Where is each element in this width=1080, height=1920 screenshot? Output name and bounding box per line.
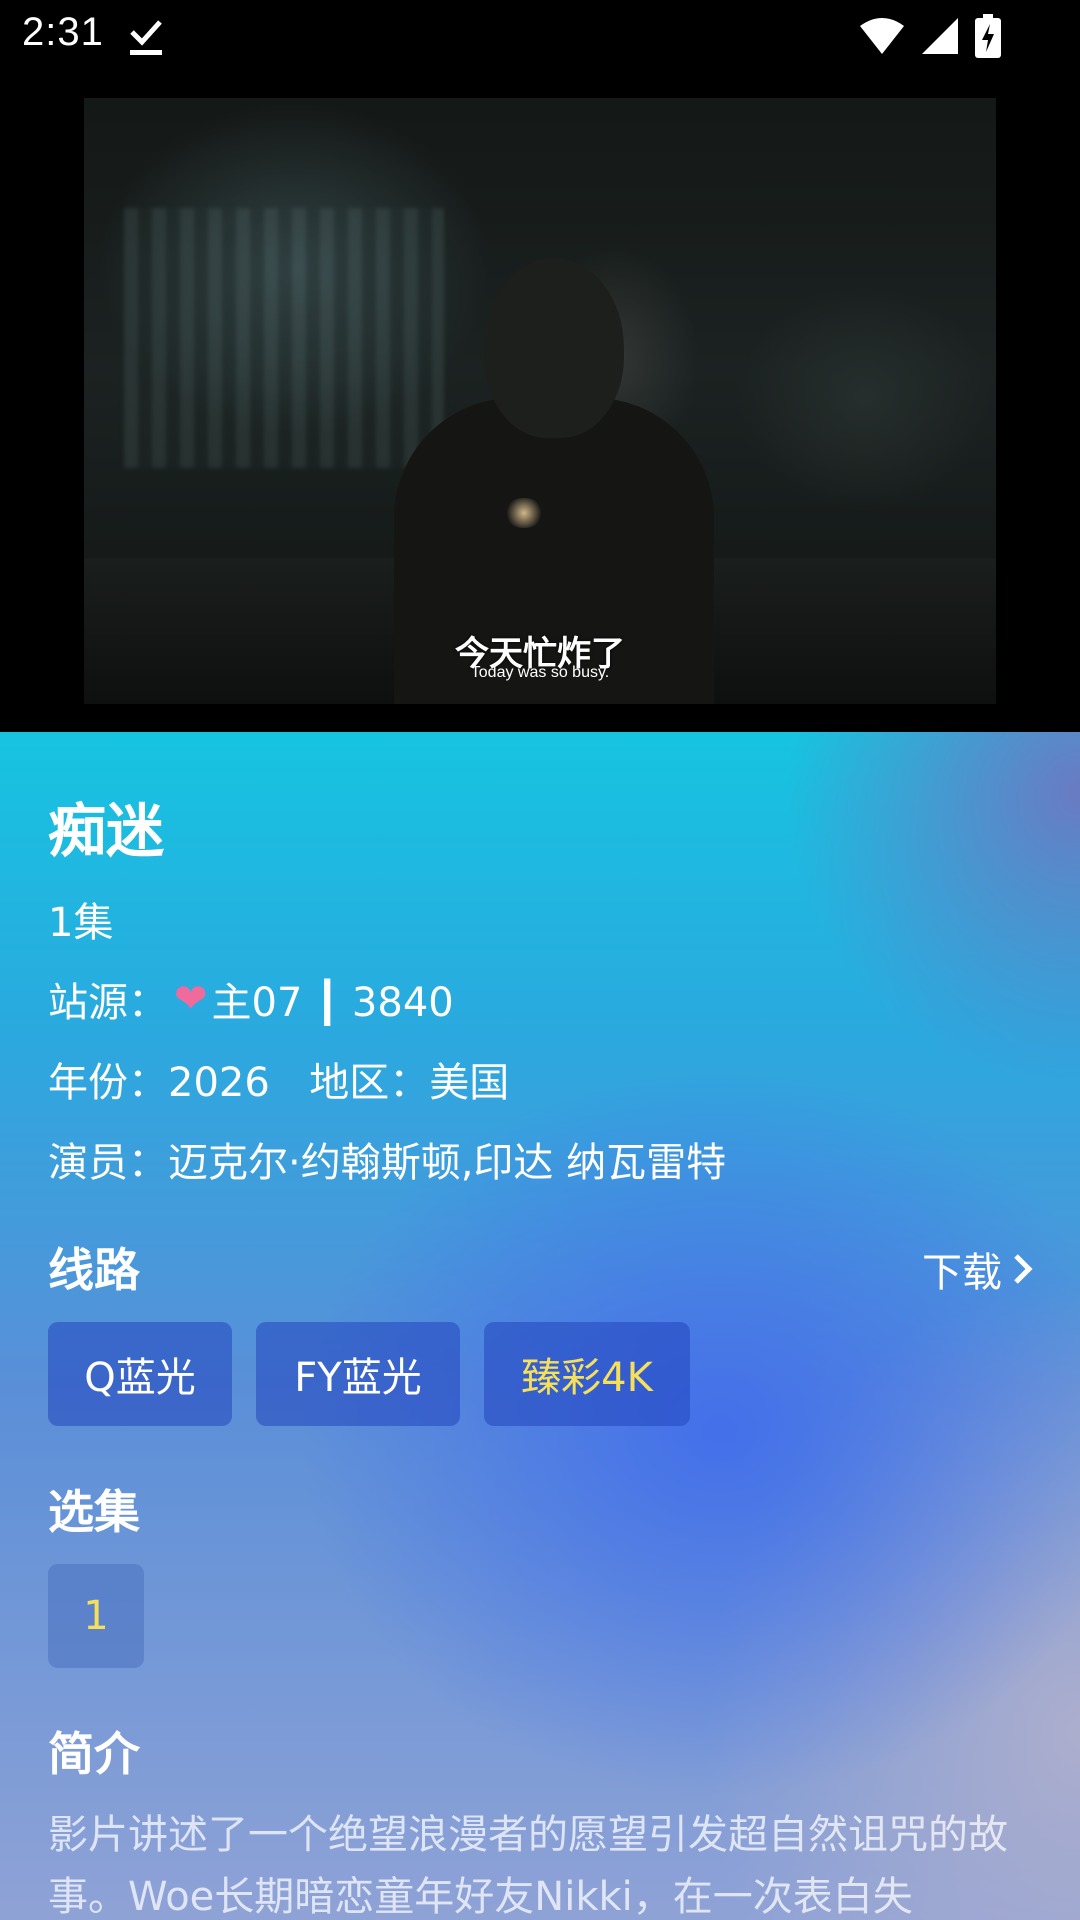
route-label: Q蓝光 bbox=[84, 1355, 196, 1401]
intro-title: 简介 bbox=[48, 1727, 140, 1781]
route-label: 臻彩4K bbox=[521, 1355, 653, 1401]
year-label: 年份： bbox=[48, 1060, 168, 1106]
chevron-right-icon bbox=[1014, 1254, 1033, 1284]
detail-panel[interactable]: 痴迷 1集 站源： ❤ 主07 ┃ 3840 年份：2026 地区：美国 演员：… bbox=[0, 732, 1080, 1920]
video-scene-curtain bbox=[124, 208, 444, 468]
source-value: 主07 ┃ 3840 bbox=[211, 980, 454, 1026]
episode-label: 1 bbox=[83, 1593, 109, 1639]
route-label: FY蓝光 bbox=[294, 1355, 422, 1401]
source-label: 站源： bbox=[48, 980, 168, 1026]
wifi-icon bbox=[860, 18, 904, 54]
source-row: 站源： ❤ 主07 ┃ 3840 bbox=[48, 970, 454, 1028]
subtitle-english: Today was so busy. bbox=[470, 664, 610, 681]
episode-count: 1集 bbox=[48, 900, 114, 946]
episodes-title: 选集 bbox=[48, 1485, 140, 1539]
actors-label: 演员： bbox=[48, 1140, 168, 1186]
intro-text: 影片讲述了一个绝望浪漫者的愿望引发超自然诅咒的故事。Woe长期暗恋童年好友Nik… bbox=[48, 1812, 1008, 1920]
video-scene-head bbox=[484, 258, 624, 438]
signal-icon bbox=[922, 18, 958, 54]
actors-row: 演员：迈克尔·约翰斯顿,印达 纳瓦雷特 bbox=[48, 1130, 726, 1188]
region-value: 美国 bbox=[429, 1060, 510, 1106]
route-chip-q-bluray[interactable]: Q蓝光 bbox=[48, 1322, 232, 1426]
video-player[interactable]: 今天忙炸了 Today was so busy. bbox=[0, 72, 1080, 732]
routes-title: 线路 bbox=[48, 1243, 140, 1297]
route-chip-4k[interactable]: 臻彩4K bbox=[484, 1322, 690, 1426]
download-done-icon bbox=[130, 20, 162, 55]
route-list: Q蓝光 FY蓝光 臻彩4K bbox=[48, 1322, 690, 1426]
year-region-row: 年份：2026 地区：美国 bbox=[48, 1050, 509, 1108]
status-time: 2:31 bbox=[22, 10, 104, 54]
status-bar: 2:31 bbox=[0, 0, 1080, 72]
video-scene-light bbox=[504, 498, 544, 528]
download-button[interactable]: 下载 bbox=[922, 1240, 1034, 1298]
year-value: 2026 bbox=[168, 1060, 270, 1106]
region-label: 地区： bbox=[309, 1060, 430, 1106]
movie-title: 痴迷 bbox=[48, 797, 165, 865]
episode-chip-1[interactable]: 1 bbox=[48, 1564, 144, 1668]
battery-charging-icon bbox=[975, 14, 1001, 58]
video-frame[interactable]: 今天忙炸了 Today was so busy. bbox=[84, 98, 996, 704]
actors-value: 迈克尔·约翰斯顿,印达 纳瓦雷特 bbox=[168, 1140, 727, 1186]
heart-icon: ❤ bbox=[174, 976, 208, 1022]
download-label: 下载 bbox=[922, 1250, 1002, 1296]
route-chip-fy-bluray[interactable]: FY蓝光 bbox=[256, 1322, 460, 1426]
